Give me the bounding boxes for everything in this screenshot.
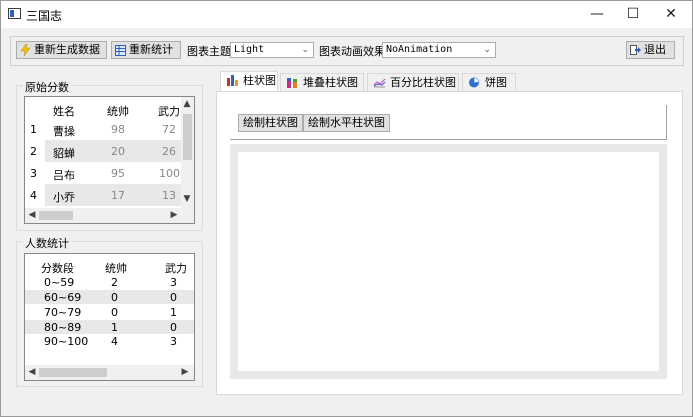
- table-cell-force[interactable]: 100: [159, 167, 180, 180]
- row-index: 2: [30, 145, 37, 158]
- stats-title: 人数统计: [23, 235, 71, 251]
- animation-select-value: NoAnimation: [386, 44, 453, 55]
- tab-pie-chart[interactable]: 饼图: [462, 73, 516, 91]
- maximize-button[interactable]: ☐: [613, 1, 653, 28]
- animation-label: 图表动画效果: [319, 45, 385, 58]
- theme-select-value: Light: [234, 44, 265, 55]
- scroll-left-icon[interactable]: ◀: [26, 367, 38, 377]
- window-title: 三国志: [26, 9, 63, 23]
- draw-bar-chart-button[interactable]: 绘制柱状图: [238, 114, 303, 132]
- table-cell-command[interactable]: 20: [111, 145, 125, 158]
- tab-percent-bar-chart[interactable]: 百分比柱状图: [367, 73, 459, 91]
- tab-label: 柱状图: [243, 74, 276, 87]
- row-index: 4: [30, 189, 37, 202]
- table-cell-force[interactable]: 1: [170, 306, 177, 319]
- column-header-force[interactable]: 武力: [158, 103, 180, 119]
- table-cell-command[interactable]: 98: [111, 123, 125, 136]
- table-icon: [115, 45, 126, 56]
- table-cell-command[interactable]: 17: [111, 189, 125, 202]
- title-bar: 三国志 — ☐ ✕: [1, 1, 692, 28]
- table-cell-command[interactable]: 2: [111, 276, 118, 289]
- stats-table[interactable]: 分数段 统帅 武力 0~59 2 3 60~69 0 0 70~79 0 1 8…: [24, 253, 195, 381]
- row-index: 3: [30, 167, 37, 180]
- tab-stacked-bar-chart[interactable]: 堆叠柱状图: [280, 73, 364, 91]
- table-cell-command[interactable]: 1: [111, 321, 118, 334]
- regenerate-data-label: 重新生成数据: [34, 43, 100, 56]
- table-cell-force[interactable]: 0: [170, 321, 177, 334]
- table-cell-force[interactable]: 3: [170, 335, 177, 348]
- table-cell-name[interactable]: 曹操: [53, 123, 75, 139]
- lightning-icon: [20, 44, 31, 56]
- table-cell-range[interactable]: 70~79: [44, 306, 81, 319]
- column-header-name[interactable]: 姓名: [53, 103, 75, 119]
- scrollbar-thumb[interactable]: [39, 368, 107, 377]
- table-cell-force[interactable]: 0: [170, 291, 177, 304]
- chevron-down-icon: ⌄: [483, 45, 491, 55]
- chart-view: [230, 144, 667, 379]
- horizontal-scrollbar[interactable]: ◀ ▶: [25, 208, 194, 223]
- column-header-command[interactable]: 统帅: [107, 103, 129, 119]
- recount-label: 重新统计: [129, 43, 173, 56]
- animation-select[interactable]: NoAnimation ⌄: [382, 42, 496, 58]
- chevron-down-icon: ⌄: [301, 45, 309, 55]
- tab-label: 饼图: [485, 76, 507, 89]
- chart-canvas[interactable]: [238, 152, 659, 371]
- tab-label: 堆叠柱状图: [303, 76, 358, 89]
- vertical-scrollbar[interactable]: ▲ ▼: [181, 97, 194, 208]
- regenerate-data-button[interactable]: 重新生成数据: [16, 41, 107, 59]
- table-cell-force[interactable]: 3: [170, 276, 177, 289]
- table-cell-range[interactable]: 60~69: [44, 291, 81, 304]
- table-cell-command[interactable]: 0: [111, 291, 118, 304]
- theme-select[interactable]: Light ⌄: [230, 42, 314, 58]
- exit-button[interactable]: 退出: [626, 41, 675, 59]
- horizontal-scrollbar[interactable]: ◀ ▶: [25, 365, 194, 380]
- stacked-bar-chart-icon: [287, 78, 297, 88]
- draw-horizontal-bar-chart-button[interactable]: 绘制水平柱状图: [303, 114, 390, 132]
- scroll-left-icon[interactable]: ◀: [26, 210, 38, 220]
- table-cell-force[interactable]: 72: [162, 123, 176, 136]
- table-cell-range[interactable]: 0~59: [44, 276, 74, 289]
- table-cell-force[interactable]: 26: [162, 145, 176, 158]
- column-header-range[interactable]: 分数段: [41, 260, 74, 276]
- recount-button[interactable]: 重新统计: [111, 41, 181, 59]
- tab-label: 百分比柱状图: [390, 76, 456, 89]
- raw-scores-table[interactable]: 姓名 统帅 武力 1 曹操 98 72 2 貂蝉 20 26 3 吕布 95 1…: [24, 96, 195, 224]
- scroll-right-icon[interactable]: ▶: [179, 367, 191, 377]
- table-cell-force[interactable]: 13: [162, 189, 176, 202]
- row-index: 1: [30, 123, 37, 136]
- table-cell-command[interactable]: 95: [111, 167, 125, 180]
- scroll-up-icon[interactable]: ▲: [181, 99, 193, 109]
- scrollbar-thumb[interactable]: [39, 211, 73, 220]
- main-window: 三国志 — ☐ ✕ 重新生成数据 重新统计 图表主题 Light ⌄ 图表动画效…: [0, 0, 693, 417]
- table-cell-command[interactable]: 4: [111, 335, 118, 348]
- theme-label: 图表主题: [187, 45, 231, 58]
- table-cell-range[interactable]: 90~100: [44, 335, 88, 348]
- table-cell-name[interactable]: 貂蝉: [53, 145, 75, 161]
- tab-bar-chart[interactable]: 柱状图: [220, 71, 278, 92]
- pie-chart-icon: [469, 77, 480, 88]
- exit-icon: [630, 45, 641, 55]
- table-cell-name[interactable]: 小乔: [53, 189, 75, 205]
- column-header-command[interactable]: 统帅: [105, 260, 127, 276]
- percent-bar-chart-icon: [373, 78, 386, 88]
- scroll-right-icon[interactable]: ▶: [168, 210, 180, 220]
- minimize-button[interactable]: —: [577, 1, 617, 28]
- table-cell-command[interactable]: 0: [111, 306, 118, 319]
- raw-scores-title: 原始分数: [23, 79, 71, 95]
- close-button[interactable]: ✕: [651, 1, 691, 28]
- exit-label: 退出: [644, 43, 666, 56]
- table-cell-name[interactable]: 吕布: [53, 167, 75, 183]
- column-header-force[interactable]: 武力: [165, 260, 187, 276]
- table-cell-range[interactable]: 80~89: [44, 321, 81, 334]
- app-icon: [8, 8, 21, 19]
- bar-chart-icon: [227, 75, 238, 86]
- scrollbar-thumb[interactable]: [183, 114, 192, 160]
- scroll-down-icon[interactable]: ▼: [181, 194, 193, 204]
